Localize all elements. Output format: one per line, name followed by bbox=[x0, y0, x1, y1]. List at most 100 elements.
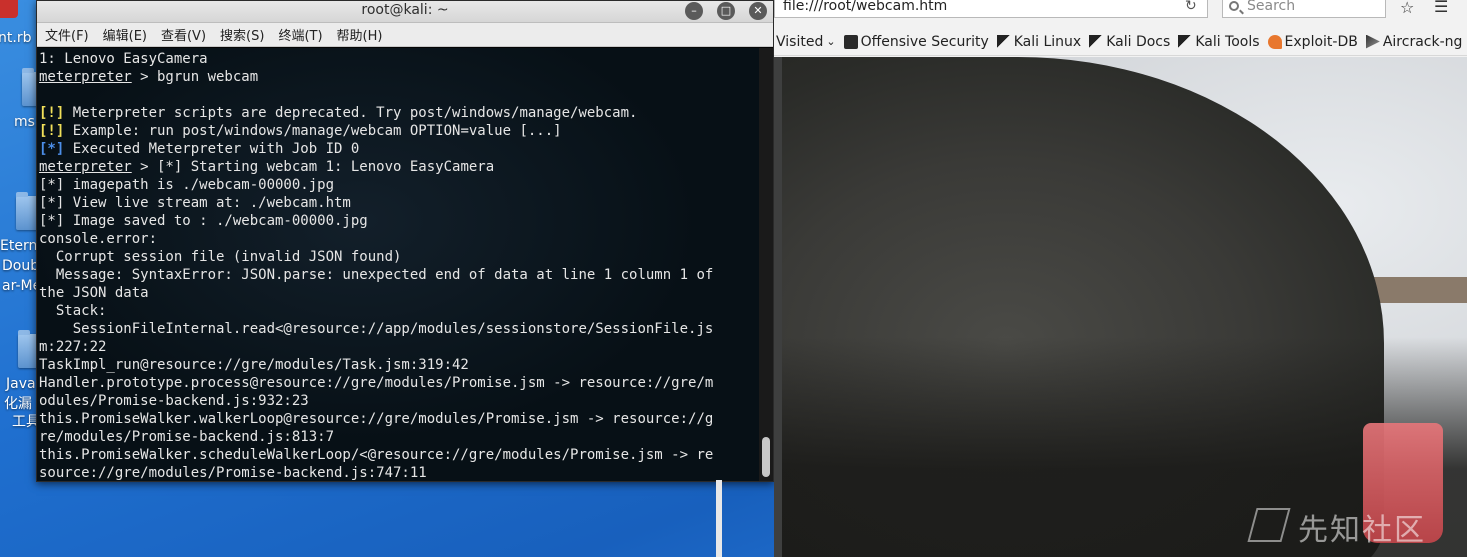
terminal-line: [*] imagepath is ./webcam-00000.jpg bbox=[39, 176, 759, 194]
url-text[interactable]: file:///root/webcam.htm bbox=[783, 0, 947, 14]
terminal-line-text: Corrupt session file (invalid JSON found… bbox=[39, 249, 402, 265]
terminal-line: [*] Image saved to : ./webcam-00000.jpg bbox=[39, 212, 759, 230]
desktop-icon-label-5[interactable]: Java bbox=[6, 374, 36, 394]
terminal-line: meterpreter > bgrun webcam bbox=[39, 68, 759, 86]
terminal-line-text: 1: Lenovo EasyCamera bbox=[39, 51, 208, 67]
maximize-icon[interactable]: □ bbox=[717, 2, 735, 20]
terminal-line: Handler.prototype.process@resource://gre… bbox=[39, 374, 759, 392]
bookmark-label: Kali Docs bbox=[1106, 33, 1171, 50]
terminal-line: console.error: bbox=[39, 230, 759, 248]
terminal-line: m:227:22 bbox=[39, 338, 759, 356]
bookmark-label: Exploit-DB bbox=[1284, 33, 1358, 50]
terminal-line: odules/Promise-backend.js:932:23 bbox=[39, 392, 759, 410]
terminal-line: SessionFileInternal.read<@resource://app… bbox=[39, 320, 759, 338]
terminal-line: [*] View live stream at: ./webcam.htm bbox=[39, 194, 759, 212]
bookmarks-toolbar: Visited ⌄ Offensive Security Kali Linux … bbox=[774, 28, 1467, 56]
chevron-down-icon: ⌄ bbox=[826, 35, 836, 48]
terminal-line-text: SessionFileInternal.read<@resource://app… bbox=[39, 321, 714, 337]
terminal-line-text: [*] Image saved to : ./webcam-00000.jpg bbox=[39, 213, 368, 229]
terminal-output[interactable]: 1: Lenovo EasyCamera meterpreter > bgrun … bbox=[37, 48, 759, 481]
terminal-line: Stack: bbox=[39, 302, 759, 320]
terminal-line: re/modules/Promise-backend.js:813:7 bbox=[39, 428, 759, 446]
bookmark-label: Offensive Security bbox=[860, 33, 989, 50]
menu-edit[interactable]: 编辑(E) bbox=[103, 25, 147, 44]
close-icon[interactable]: ✕ bbox=[749, 2, 767, 20]
bookmark-label: Kali Tools bbox=[1195, 33, 1260, 50]
terminal-titlebar[interactable]: root@kali: ~ – □ ✕ bbox=[37, 1, 773, 23]
terminal-line: meterpreter > [*] Starting webcam 1: Len… bbox=[39, 158, 759, 176]
bookmark-label: Kali Linux bbox=[1013, 33, 1082, 50]
terminal-line: TaskImpl_run@resource://gre/modules/Task… bbox=[39, 356, 759, 374]
status-tag: [*] bbox=[39, 141, 65, 157]
ruby-file-icon[interactable] bbox=[0, 0, 18, 18]
terminal-menubar: 文件(F) 编辑(E) 查看(V) 搜索(S) 终端(T) 帮助(H) bbox=[37, 23, 773, 47]
terminal-line-text: [*] View live stream at: ./webcam.htm bbox=[39, 195, 351, 211]
terminal-line: [*] Executed Meterpreter with Job ID 0 bbox=[39, 140, 759, 158]
status-tag: [!] bbox=[39, 123, 65, 139]
terminal-line-text: TaskImpl_run@resource://gre/modules/Task… bbox=[39, 357, 469, 373]
terminal-line-text: Handler.prototype.process@resource://gre… bbox=[39, 375, 714, 391]
terminal-line-text: Message: SyntaxError: JSON.parse: unexpe… bbox=[39, 267, 714, 283]
terminal-line: this.PromiseWalker.walkerLoop@resource:/… bbox=[39, 410, 759, 428]
terminal-line-text: odules/Promise-backend.js:932:23 bbox=[39, 393, 309, 409]
search-input[interactable]: Search bbox=[1222, 0, 1386, 18]
terminal-line-text: m:227:22 bbox=[39, 339, 107, 355]
terminal-line: this.PromiseWalker.scheduleWalkerLoop/<@… bbox=[39, 446, 759, 464]
terminal-line: source://gre/modules/Promise-backend.js:… bbox=[39, 464, 759, 481]
browser-window: file:///root/webcam.htm ↻ Search ☆ ☰ Vis… bbox=[774, 0, 1467, 557]
terminal-line: [!] Example: run post/windows/manage/web… bbox=[39, 122, 759, 140]
search-icon bbox=[1229, 1, 1239, 11]
terminal-line-text: Stack: bbox=[39, 303, 107, 319]
kali-icon bbox=[996, 34, 1011, 49]
terminal-line-text: this.PromiseWalker.walkerLoop@resource:/… bbox=[39, 411, 714, 427]
bookmark-offensive-security[interactable]: Offensive Security bbox=[843, 33, 989, 50]
terminal-line-text: > [*] Starting webcam 1: Lenovo EasyCame… bbox=[131, 159, 495, 175]
menu-file[interactable]: 文件(F) bbox=[45, 25, 89, 44]
bookmark-kali-linux[interactable]: Kali Linux bbox=[996, 33, 1082, 50]
desktop-icon-label-0[interactable]: nt.rb bbox=[0, 28, 31, 48]
aircrack-icon bbox=[1365, 34, 1380, 49]
bookmark-most-visited[interactable]: Visited ⌄ bbox=[776, 34, 836, 50]
terminal-line-text: console.error: bbox=[39, 231, 158, 247]
meterpreter-prompt: meterpreter bbox=[39, 69, 132, 85]
terminal-line: [!] Meterpreter scripts are deprecated. … bbox=[39, 104, 759, 122]
status-tag: [!] bbox=[39, 105, 65, 121]
menu-terminal[interactable]: 终端(T) bbox=[278, 25, 322, 44]
terminal-line-text: this.PromiseWalker.scheduleWalkerLoop/<@… bbox=[39, 447, 714, 463]
reload-icon[interactable]: ↻ bbox=[1185, 0, 1197, 14]
menu-help[interactable]: 帮助(H) bbox=[337, 25, 383, 44]
menu-search[interactable]: 搜索(S) bbox=[220, 25, 264, 44]
terminal-line: Corrupt session file (invalid JSON found… bbox=[39, 248, 759, 266]
scrollbar-thumb[interactable] bbox=[762, 437, 770, 477]
terminal-line-text: > bgrun webcam bbox=[131, 69, 259, 85]
bookmark-aircrack-ng[interactable]: Aircrack-ng bbox=[1365, 33, 1463, 50]
webcam-edge bbox=[774, 57, 782, 557]
menu-icon[interactable]: ☰ bbox=[1434, 0, 1448, 16]
bookmark-kali-tools[interactable]: Kali Tools bbox=[1178, 33, 1260, 50]
terminal-line-text: Meterpreter scripts are deprecated. Try … bbox=[64, 105, 638, 121]
terminal-line-text: [*] imagepath is ./webcam-00000.jpg bbox=[39, 177, 335, 193]
watermark-text: 先知社区 bbox=[1298, 513, 1426, 548]
search-placeholder: Search bbox=[1247, 0, 1296, 14]
terminal-scrollbar[interactable] bbox=[759, 48, 773, 481]
desktop-icon-label-6[interactable]: 化漏 bbox=[4, 394, 32, 414]
terminal-line: the JSON data bbox=[39, 284, 759, 302]
meterpreter-prompt: meterpreter bbox=[39, 159, 132, 175]
offensive-security-icon bbox=[843, 34, 858, 49]
window-divider bbox=[716, 480, 722, 557]
bookmark-kali-docs[interactable]: Kali Docs bbox=[1089, 34, 1170, 50]
terminal-window[interactable]: root@kali: ~ – □ ✕ 文件(F) 编辑(E) 查看(V) 搜索(… bbox=[36, 0, 774, 482]
terminal-line: 1: Lenovo EasyCamera bbox=[39, 50, 759, 68]
minimize-icon[interactable]: – bbox=[685, 2, 703, 20]
bookmark-exploit-db[interactable]: Exploit-DB bbox=[1267, 33, 1358, 50]
kali-icon bbox=[1178, 34, 1193, 49]
terminal-line-text: re/modules/Promise-backend.js:813:7 bbox=[39, 429, 335, 445]
terminal-line-text: the JSON data bbox=[39, 285, 149, 301]
bookmark-label: Visited bbox=[776, 33, 824, 50]
menu-view[interactable]: 查看(V) bbox=[161, 25, 206, 44]
url-bar[interactable]: file:///root/webcam.htm ↻ bbox=[774, 0, 1208, 18]
bookmark-star-icon[interactable]: ☆ bbox=[1400, 0, 1414, 17]
bookmark-label: Aircrack-ng bbox=[1382, 33, 1463, 50]
terminal-line-text: Executed Meterpreter with Job ID 0 bbox=[64, 141, 360, 157]
